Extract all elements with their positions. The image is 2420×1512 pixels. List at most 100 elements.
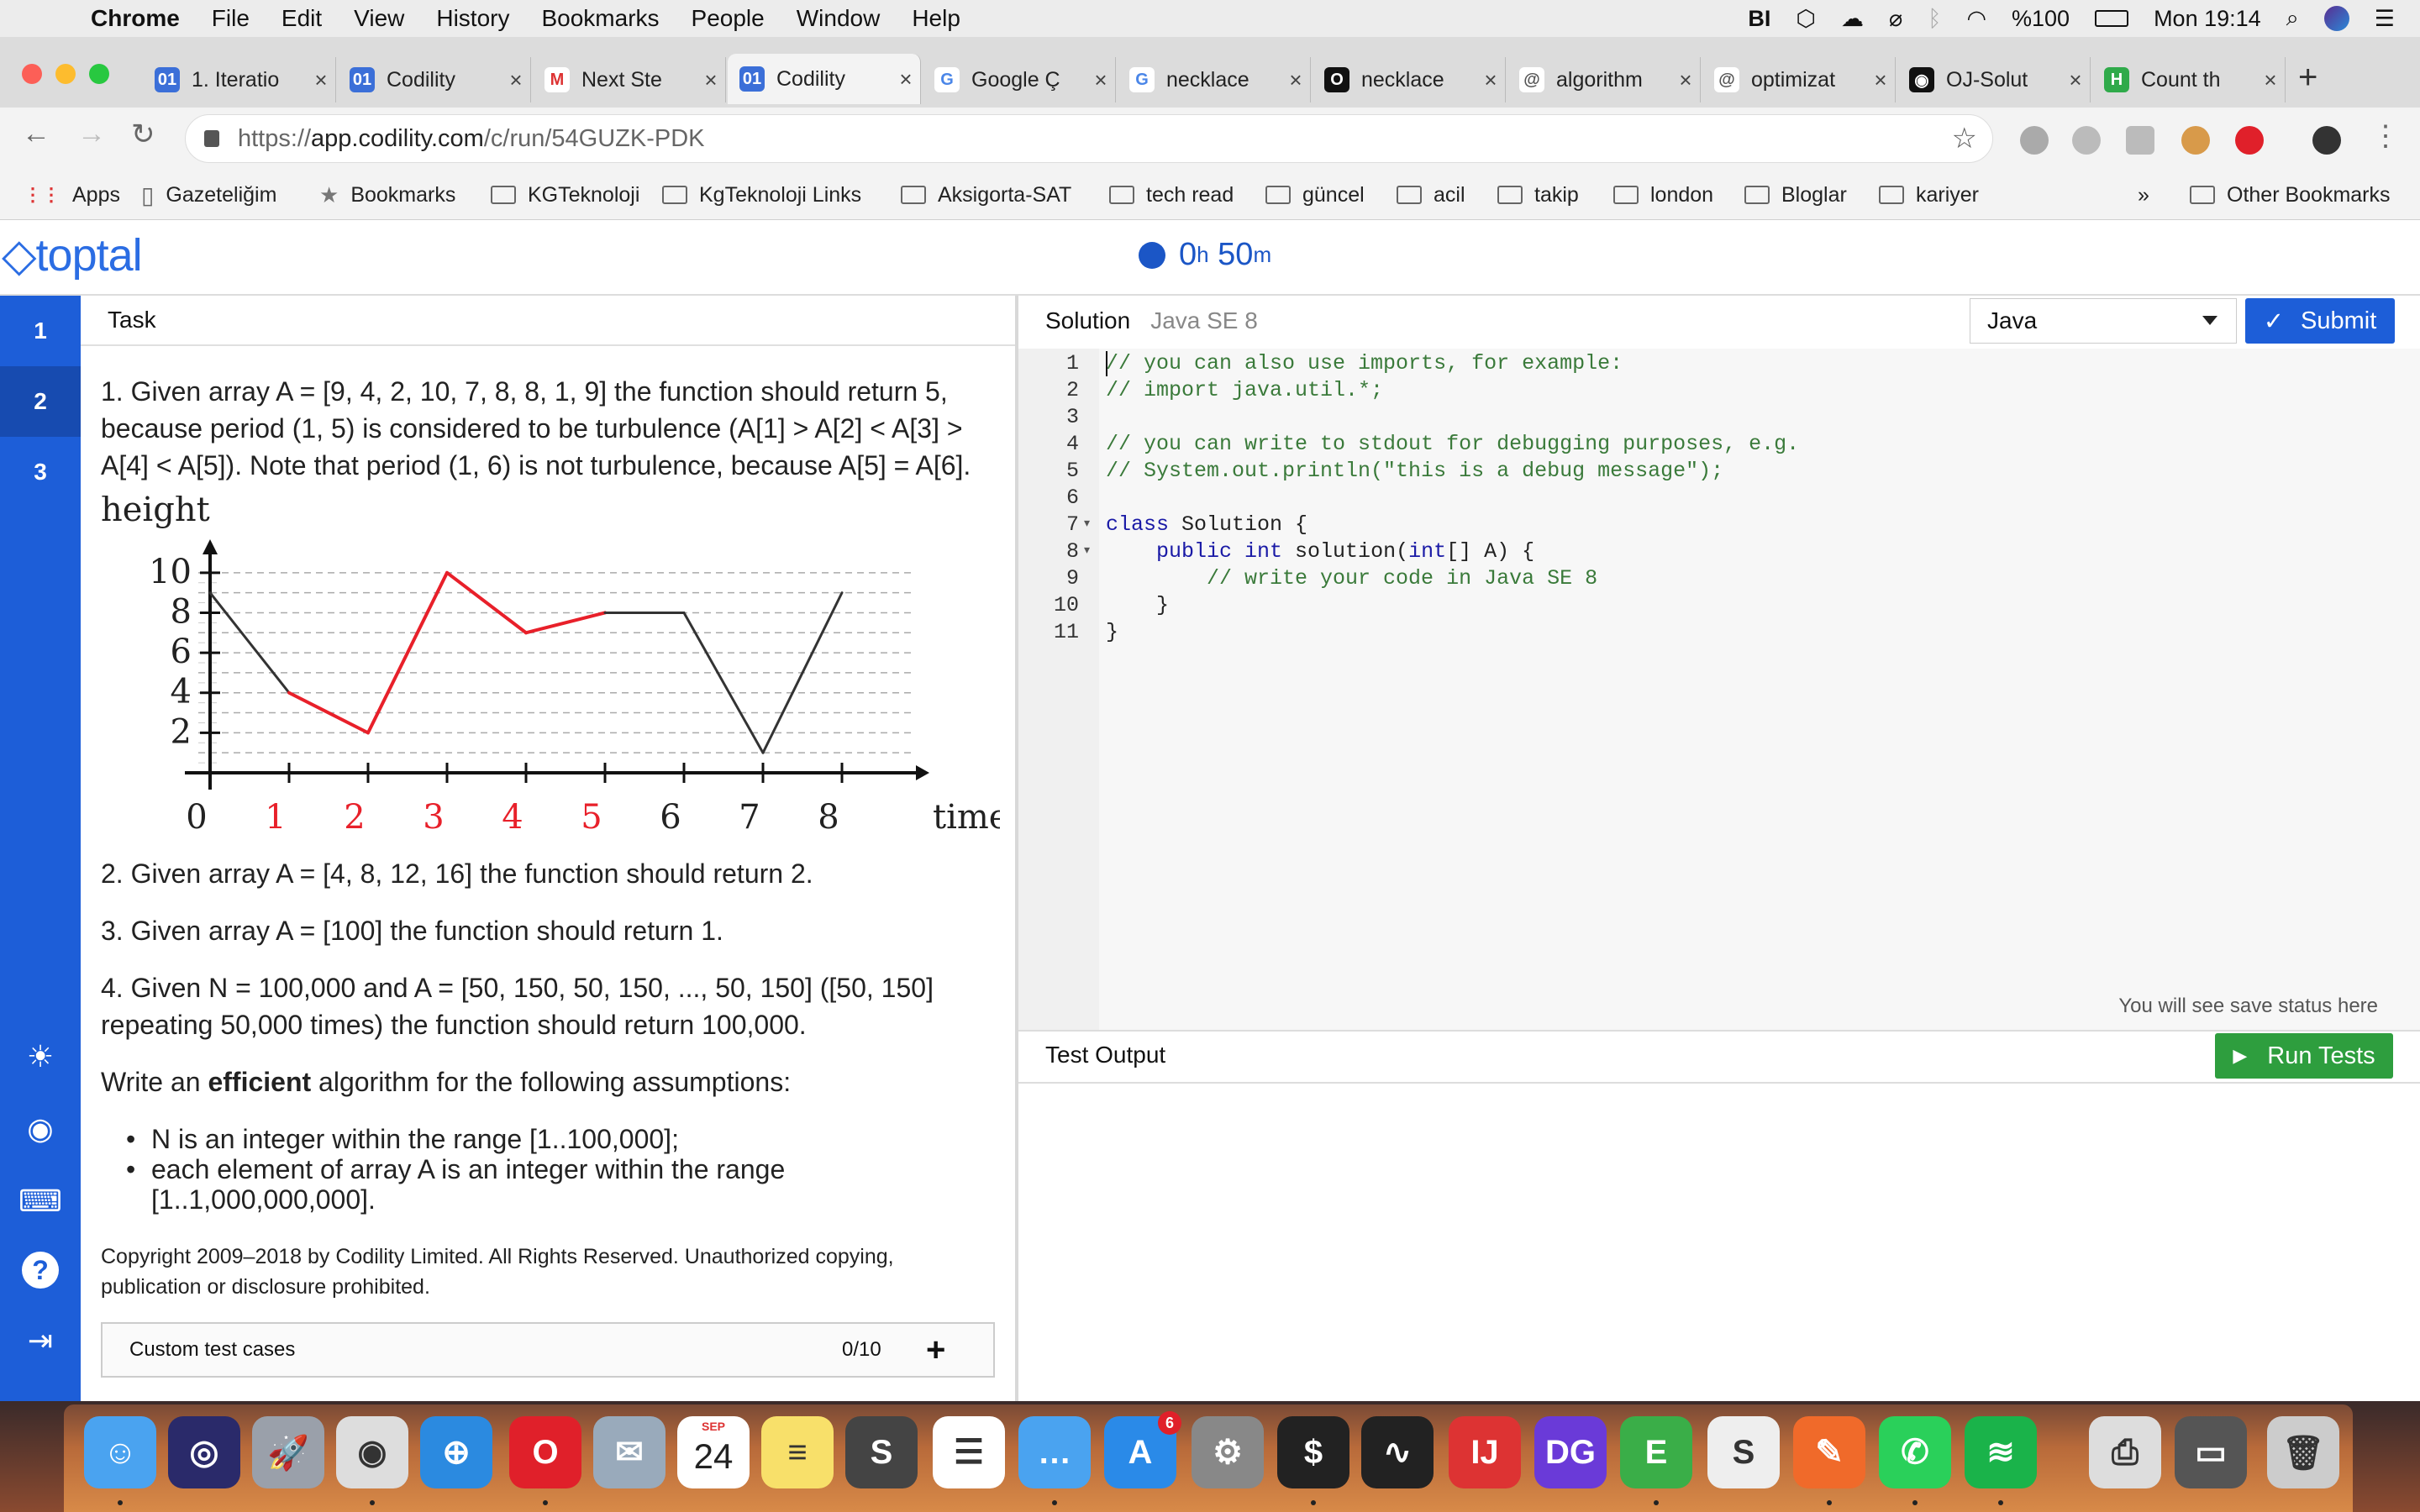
tab-4[interactable]: 01 Codility × bbox=[728, 54, 921, 104]
custom-test-cases-bar[interactable]: Custom test cases 0/10 + bbox=[101, 1322, 995, 1378]
tab-close-icon[interactable]: × bbox=[1281, 67, 1310, 93]
tab-close-icon[interactable]: × bbox=[697, 67, 725, 93]
bookmark-kgteknoloji-links[interactable]: KgTeknoloji Links bbox=[662, 178, 861, 212]
siri-icon[interactable] bbox=[2323, 6, 2349, 31]
safari-icon[interactable]: ⊕ bbox=[420, 1416, 492, 1488]
bookmarks-overflow-button[interactable]: » bbox=[2138, 178, 2149, 212]
extension-opera-icon[interactable] bbox=[2235, 126, 2264, 155]
app-store-icon[interactable]: A6 bbox=[1104, 1411, 1181, 1488]
battery-icon[interactable] bbox=[2095, 10, 2129, 27]
bookmark-london[interactable]: london bbox=[1613, 178, 1713, 212]
tab-3[interactable]: M Next Ste × bbox=[533, 57, 726, 102]
bookmark-acil[interactable]: acil bbox=[1397, 178, 1465, 212]
tab-close-icon[interactable]: × bbox=[1476, 67, 1505, 93]
code-line[interactable]: } bbox=[1106, 593, 1169, 617]
bookmark-kariyer[interactable]: kariyer bbox=[1879, 178, 1979, 212]
profile-avatar[interactable] bbox=[2312, 126, 2341, 155]
task-nav-1[interactable]: 1 bbox=[0, 296, 81, 366]
run-tests-button[interactable]: ▶ Run Tests bbox=[2215, 1033, 2393, 1079]
preview-icon[interactable]: ✉ bbox=[593, 1416, 666, 1488]
menu-bookmarks[interactable]: Bookmarks bbox=[541, 5, 659, 32]
code-line[interactable]: // you can write to stdout for debugging… bbox=[1106, 432, 1799, 456]
tab-2[interactable]: 01 Codility × bbox=[338, 57, 531, 102]
wifi-icon[interactable]: ◠ bbox=[1966, 6, 1986, 32]
menu-help[interactable]: Help bbox=[912, 5, 960, 32]
code-line[interactable]: } bbox=[1106, 620, 1118, 644]
bookmark-takip[interactable]: takip bbox=[1497, 178, 1579, 212]
code-line[interactable]: // you can also use imports, for example… bbox=[1106, 351, 1623, 375]
tab-close-icon[interactable]: × bbox=[1671, 67, 1700, 93]
sublime-merge-icon[interactable]: S bbox=[1707, 1416, 1780, 1488]
calendar-icon[interactable]: SEP 24 bbox=[677, 1416, 750, 1488]
screenshot-icon[interactable]: ▭ bbox=[2175, 1416, 2247, 1488]
window-zoom-button[interactable] bbox=[89, 64, 109, 84]
notification-center-icon[interactable]: ☰ bbox=[2375, 6, 2395, 32]
tab-close-icon[interactable]: × bbox=[1866, 67, 1895, 93]
menu-history[interactable]: History bbox=[436, 5, 509, 32]
siri-icon[interactable]: ◎ bbox=[168, 1416, 240, 1488]
chrome-menu-icon[interactable]: ⋮ bbox=[2371, 119, 2400, 153]
add-test-case-icon[interactable]: + bbox=[926, 1331, 945, 1369]
trash-icon[interactable]: 🗑 bbox=[2267, 1416, 2339, 1488]
messages-icon[interactable]: … bbox=[1018, 1416, 1091, 1488]
tab-7[interactable]: Onecklace × bbox=[1313, 57, 1506, 102]
terminal-icon[interactable]: $ bbox=[1277, 1416, 1349, 1488]
chrome-icon[interactable]: ◉ bbox=[336, 1416, 408, 1488]
menu-edit[interactable]: Edit bbox=[281, 5, 322, 32]
bookmark-bloglar[interactable]: Bloglar bbox=[1744, 178, 1847, 212]
lock-icon[interactable] bbox=[204, 130, 219, 147]
menu-view[interactable]: View bbox=[354, 5, 404, 32]
brightness-icon[interactable]: ☀ bbox=[22, 1038, 59, 1075]
tab-close-icon[interactable]: × bbox=[502, 67, 530, 93]
tab-close-icon[interactable]: × bbox=[1086, 67, 1115, 93]
datagrip-icon[interactable]: DG bbox=[1534, 1416, 1607, 1488]
address-bar[interactable]: https://app.codility.com/c/run/54GUZK-PD… bbox=[185, 114, 1993, 163]
code-line[interactable]: // write your code in Java SE 8 bbox=[1106, 566, 1597, 591]
bookmark-apps[interactable]: ⋮⋮ Apps bbox=[24, 178, 120, 212]
system-preferences-icon[interactable]: ⚙ bbox=[1192, 1416, 1264, 1488]
exit-icon[interactable]: ⇥ bbox=[22, 1322, 59, 1359]
bookmark-aksigorta-sat[interactable]: Aksigorta-SAT bbox=[901, 178, 1071, 212]
window-minimize-button[interactable] bbox=[55, 64, 76, 84]
fold-arrow-icon[interactable]: ▾ bbox=[1084, 543, 1090, 557]
menu-file[interactable]: File bbox=[212, 5, 250, 32]
tab-11[interactable]: H Count th × bbox=[2092, 57, 2286, 102]
extension-cookie-icon[interactable] bbox=[2181, 126, 2210, 155]
cloud-icon[interactable]: ☁ bbox=[1841, 6, 1864, 32]
spotify-icon[interactable]: ≋ bbox=[1965, 1416, 2037, 1488]
submit-button[interactable]: ✓ Submit bbox=[2245, 298, 2395, 344]
tab-10[interactable]: ◉ OJ-Solut × bbox=[1897, 57, 2091, 102]
spotlight-search-icon[interactable]: ⌕ bbox=[2286, 5, 2299, 32]
bookmark-other[interactable]: Other Bookmarks bbox=[2190, 178, 2391, 212]
code-line[interactable]: public int solution(int[] A) { bbox=[1106, 539, 1534, 564]
window-close-button[interactable] bbox=[22, 64, 42, 84]
sublime-icon[interactable]: S bbox=[845, 1416, 918, 1488]
status-app-icon[interactable]: BI bbox=[1748, 6, 1770, 32]
opera-icon[interactable]: O bbox=[509, 1416, 581, 1488]
extension-grid-icon[interactable] bbox=[2126, 126, 2154, 155]
code-line[interactable]: // import java.util.*; bbox=[1106, 378, 1383, 402]
code-line[interactable]: class Solution { bbox=[1106, 512, 1307, 537]
bookmark-kgteknoloji[interactable]: KGTeknoloji bbox=[491, 178, 639, 212]
launchpad-icon[interactable]: 🚀 bbox=[252, 1416, 324, 1488]
bookmark-tech-read[interactable]: tech read bbox=[1109, 178, 1234, 212]
extension-command-icon[interactable] bbox=[2072, 126, 2101, 155]
task-nav-2[interactable]: 2 bbox=[0, 366, 81, 437]
back-button[interactable]: ← bbox=[22, 118, 50, 150]
forward-button[interactable]: → bbox=[77, 118, 106, 150]
tab-close-icon[interactable]: × bbox=[307, 67, 335, 93]
toptal-logo[interactable]: ◇toptal bbox=[2, 228, 143, 281]
bookmark-gazeteli-im[interactable]: ▯ Gazeteliğim bbox=[141, 178, 276, 212]
bluetooth-icon[interactable]: ᛒ bbox=[1928, 6, 1941, 32]
evernote-icon[interactable]: E bbox=[1620, 1416, 1692, 1488]
menubar-clock[interactable]: Mon 19:14 bbox=[2154, 6, 2261, 32]
finder-icon[interactable]: ☺ bbox=[84, 1416, 156, 1488]
tab-close-icon[interactable]: × bbox=[2256, 67, 2285, 93]
reminders-icon[interactable]: ☰ bbox=[933, 1416, 1005, 1488]
paperclip-icon[interactable]: ⌀ bbox=[1889, 6, 1902, 32]
fold-arrow-icon[interactable]: ▾ bbox=[1084, 516, 1090, 530]
hide-eye-icon[interactable]: ◉ bbox=[22, 1110, 59, 1147]
tab-5[interactable]: G Google Ç × bbox=[923, 57, 1116, 102]
postman-icon[interactable]: ✎ bbox=[1793, 1416, 1865, 1488]
help-icon[interactable]: ? bbox=[22, 1252, 59, 1289]
